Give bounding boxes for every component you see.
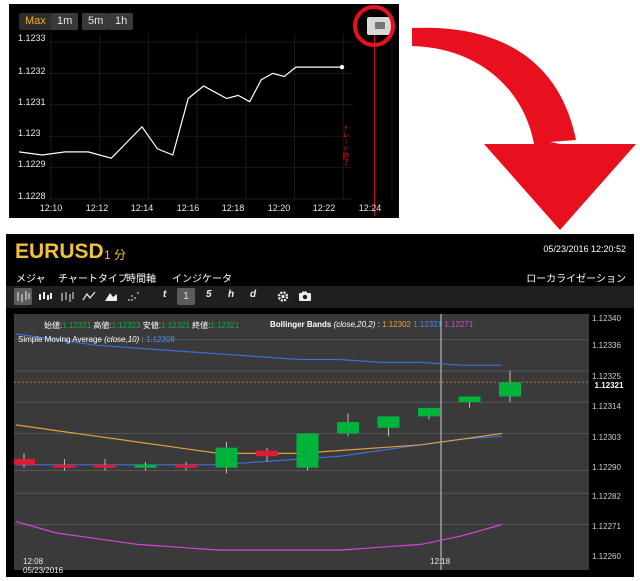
price-label: 1.12260 [592, 552, 621, 561]
highlight-circle [353, 5, 395, 47]
ohlc-bars-icon[interactable] [14, 288, 32, 305]
mini-y-label: 1.123 [18, 128, 41, 138]
menu-localization[interactable]: ローカライゼーション [526, 270, 626, 285]
price-axis[interactable] [589, 314, 629, 570]
mini-x-label: 12:10 [39, 203, 63, 213]
mini-y-label: 1.1232 [18, 66, 46, 76]
mini-x-label: 12:12 [85, 203, 109, 213]
candles-icon[interactable] [36, 288, 54, 305]
candle-body [134, 464, 157, 468]
trade-end-label: トレード終了 [342, 124, 349, 166]
candle-body [296, 433, 319, 468]
candle-body [14, 459, 35, 465]
timeframe-label: 1 分 [104, 248, 127, 262]
price-label: 1.12340 [592, 314, 621, 323]
price-label: 1.12336 [592, 341, 621, 350]
mini-x-label: 12:22 [312, 203, 336, 213]
hlc-bars-icon[interactable] [58, 288, 76, 305]
ohlc-legend: 始値:1.12321 高値:1.12323 安値:1.12321 終値:1.12… [44, 321, 240, 330]
price-label: 1.12314 [592, 402, 621, 411]
candlestick-chart [14, 314, 589, 570]
menu-indicators[interactable]: インジケータ [172, 270, 232, 285]
candle-body [499, 382, 521, 397]
candle-body [337, 422, 359, 434]
chart-toolbar: t 1 5 h d [6, 286, 634, 308]
price-label: 1.12303 [592, 433, 621, 442]
sma-line [15, 424, 503, 454]
mini-y-label: 1.1228 [18, 191, 46, 201]
mini-x-label: 12:24 [358, 203, 382, 213]
mini-price-line [18, 66, 342, 159]
time-label-crosshair: 12:18 [430, 557, 451, 566]
menu-timeframe[interactable]: 時間軸 [126, 270, 156, 285]
time-label-start: 12:08 05/23/2016 [23, 557, 64, 575]
price-label: 1.12290 [592, 463, 621, 472]
mini-x-label: 12:20 [267, 203, 291, 213]
sma-legend: Simple Moving Average (close,10) : 1.123… [18, 335, 175, 344]
period-5m-button[interactable]: 5 [206, 289, 212, 300]
mini-x-label: 12:14 [130, 203, 154, 213]
mini-y-label: 1.1229 [18, 159, 46, 169]
mini-chart-plot [18, 34, 393, 216]
bollinger-legend: Bollinger Bands (close,20,2) : 1.12302 1… [270, 320, 474, 329]
line-icon[interactable] [80, 288, 98, 305]
dots-icon[interactable] [124, 288, 142, 305]
mini-price-chart: Max 1m 5m 1h 1.1233 1.1232 1.1231 1.123 … [9, 4, 399, 218]
mini-x-label: 12:16 [176, 203, 200, 213]
menu-chart-type[interactable]: チャートタイプ [58, 270, 128, 285]
mini-y-label: 1.1233 [18, 33, 46, 43]
main-chart-panel: EURUSD 1 分 05/23/2016 12:20:52 メジャ チャートタ… [6, 234, 634, 577]
price-label: 1.12271 [592, 522, 621, 531]
period-tick-button[interactable]: t [163, 289, 166, 300]
mini-y-label: 1.1231 [18, 97, 46, 107]
candle-body [175, 464, 197, 468]
candle-body [418, 407, 440, 417]
candle-body [53, 464, 76, 468]
period-hour-button[interactable]: h [228, 289, 234, 300]
red-arrow-icon [412, 27, 636, 230]
bollinger-lower-line [15, 521, 503, 551]
candle-body [256, 450, 278, 457]
mini-x-label: 12:18 [221, 203, 245, 213]
camera-icon[interactable] [296, 288, 314, 305]
gear-icon[interactable] [274, 288, 292, 305]
datetime-label: 05/23/2016 12:20:52 [543, 244, 626, 254]
candle-body [215, 447, 238, 468]
period-1m-button[interactable]: 1 [177, 288, 195, 305]
last-price-badge: 1.12321 [589, 380, 629, 392]
menu-measure[interactable]: メジャ [16, 270, 46, 285]
mini-last-point [339, 64, 345, 70]
symbol-title: EURUSD [15, 240, 104, 263]
candle-body [377, 416, 400, 428]
candle-body [94, 464, 116, 468]
price-label: 1.12282 [592, 492, 621, 501]
period-day-button[interactable]: d [250, 289, 256, 300]
candle-body [458, 396, 481, 403]
mountain-icon[interactable] [102, 288, 120, 305]
